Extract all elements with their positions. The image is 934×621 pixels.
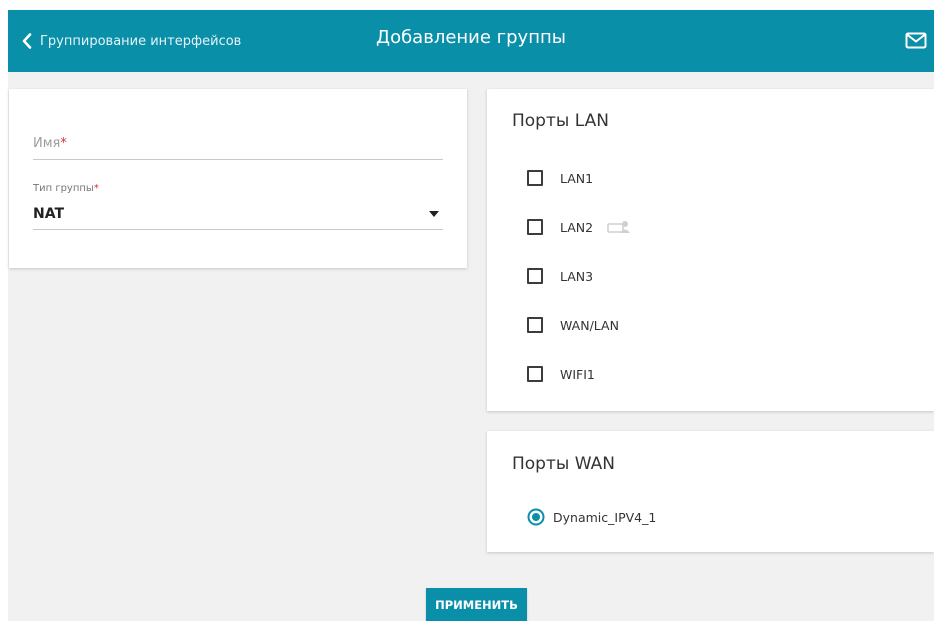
- wan-option-dynamic-ipv4-1[interactable]: Dynamic_IPV4_1: [527, 507, 656, 527]
- mail-icon: [905, 32, 927, 49]
- wan-option-label: Dynamic_IPV4_1: [553, 509, 657, 525]
- apply-button[interactable]: ПРИМЕНИТЬ: [426, 588, 527, 621]
- lan-ports-card: Порты LAN LAN1 LAN2 LAN3 WAN/LAN WIFI1: [487, 89, 934, 411]
- checkbox[interactable]: [527, 317, 543, 333]
- page-title: Добавление группы: [376, 27, 566, 48]
- port-label: WIFI1: [560, 366, 595, 382]
- group-type-value: NAT: [33, 206, 65, 222]
- page-header: Группирование интерфейсов Добавление гру…: [8, 10, 934, 72]
- port-label: WAN/LAN: [560, 317, 619, 333]
- group-type-label: Тип группы*: [33, 183, 99, 194]
- group-type-select[interactable]: NAT: [33, 199, 443, 230]
- port-row-lan1[interactable]: LAN1: [527, 168, 593, 188]
- checkbox[interactable]: [527, 268, 543, 284]
- back-label: Группирование интерфейсов: [40, 33, 242, 49]
- name-field[interactable]: Имя*: [33, 129, 443, 160]
- caret-down-icon: [429, 211, 439, 217]
- chevron-left-icon: [22, 33, 32, 49]
- wan-ports-card: Порты WAN Dynamic_IPV4_1: [487, 431, 934, 552]
- notifications-button[interactable]: [905, 32, 927, 50]
- checkbox[interactable]: [527, 170, 543, 186]
- connected-device-icon: [607, 221, 631, 233]
- port-row-wifi1[interactable]: WIFI1: [527, 364, 595, 384]
- checkbox[interactable]: [527, 366, 543, 382]
- group-settings-card: Имя* Тип группы* NAT: [9, 89, 467, 268]
- left-edge: [0, 0, 8, 621]
- port-label: LAN1: [560, 170, 594, 186]
- port-label: LAN3: [560, 268, 594, 284]
- port-row-lan3[interactable]: LAN3: [527, 266, 593, 286]
- back-button[interactable]: Группирование интерфейсов: [22, 30, 241, 52]
- radio-selected-icon[interactable]: [527, 508, 545, 526]
- wan-ports-title: Порты WAN: [512, 454, 615, 474]
- port-row-wan-lan[interactable]: WAN/LAN: [527, 315, 619, 335]
- checkbox[interactable]: [527, 219, 543, 235]
- name-input[interactable]: [33, 129, 443, 157]
- port-label: LAN2: [560, 219, 594, 235]
- port-row-lan2[interactable]: LAN2: [527, 217, 631, 237]
- lan-ports-title: Порты LAN: [512, 111, 609, 131]
